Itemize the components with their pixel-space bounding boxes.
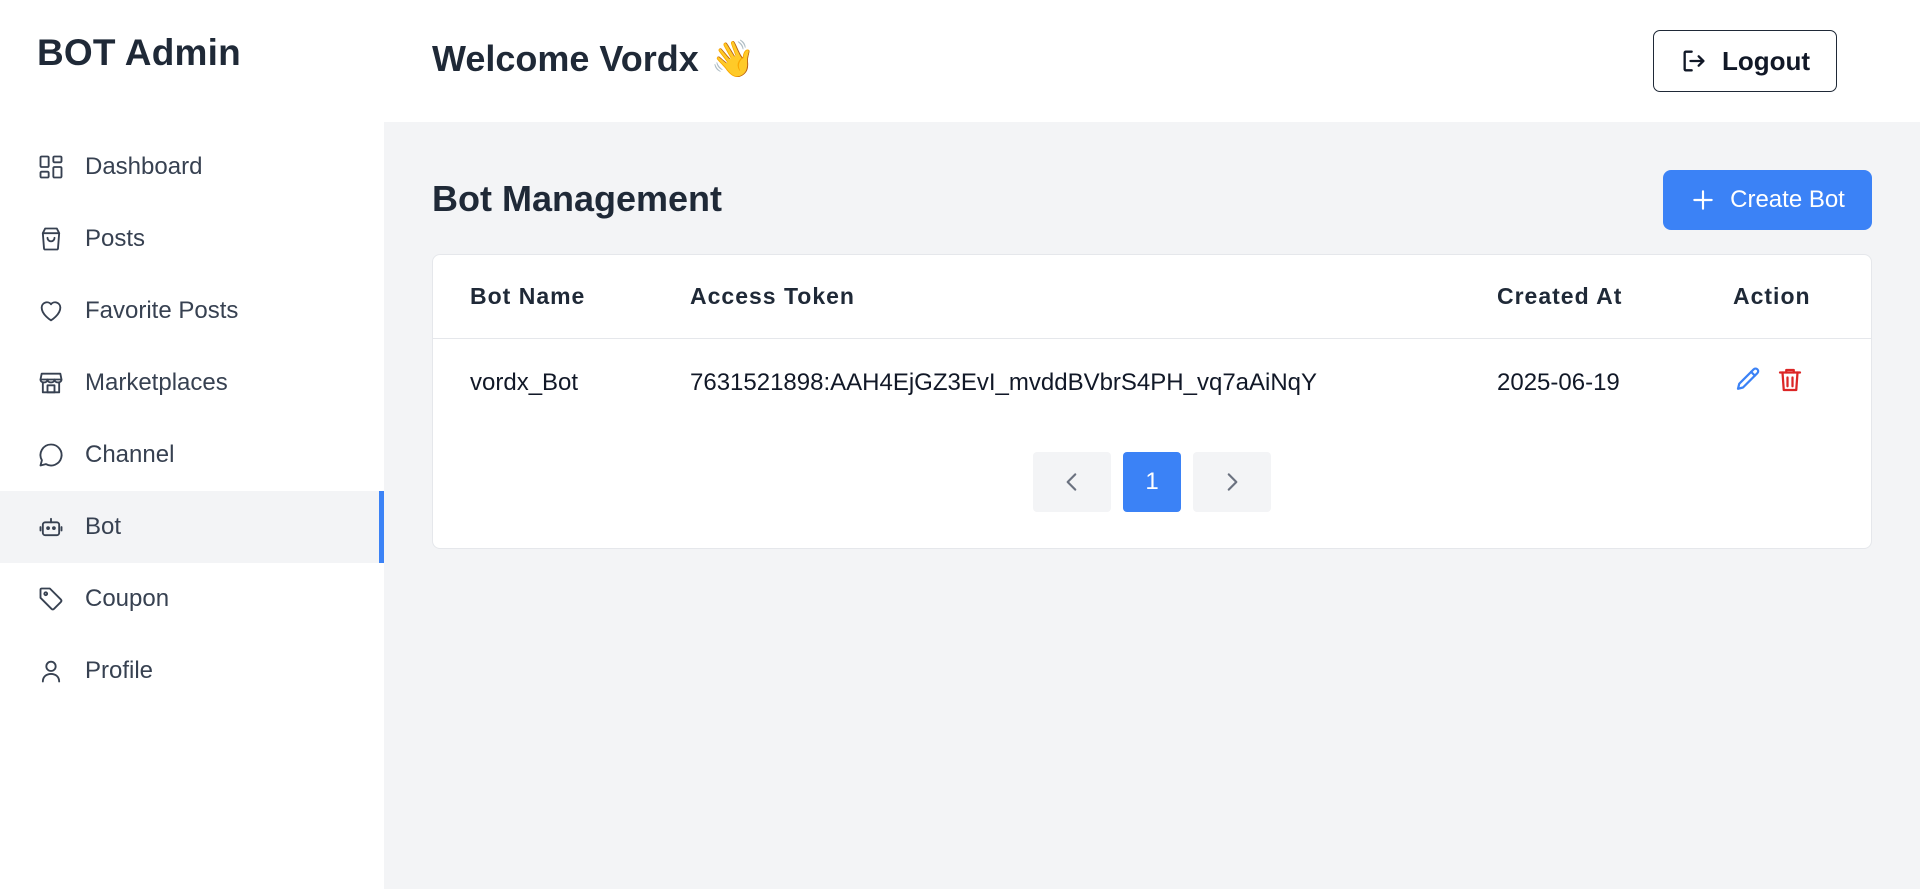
sidebar-item-label: Profile — [85, 657, 154, 684]
bot-table-card: Bot Name Access Token Created At Action … — [432, 254, 1872, 549]
sidebar-item-bot[interactable]: Bot — [0, 491, 384, 563]
create-bot-button[interactable]: Create Bot — [1663, 170, 1872, 230]
bot-name-cell: vordx_Bot — [470, 369, 579, 396]
sidebar-item-profile[interactable]: Profile — [0, 635, 384, 707]
access-token-cell: 7631521898:AAH4EjGZ3EvI_mvddBVbrS4PH_vq7… — [690, 369, 1318, 396]
heart-icon — [37, 297, 65, 325]
delete-icon[interactable] — [1775, 365, 1805, 395]
welcome-heading: Welcome Vordx 👋 — [432, 38, 756, 80]
column-header-access-token: Access Token — [690, 283, 855, 309]
column-header-action: Action — [1733, 283, 1811, 309]
waving-hand-emoji: 👋 — [710, 38, 756, 79]
chevron-right-icon — [1227, 473, 1238, 491]
welcome-text: Welcome Vordx — [432, 38, 699, 79]
sidebar-item-label: Channel — [85, 441, 175, 468]
store-icon — [37, 369, 65, 397]
next-page-button[interactable] — [1193, 452, 1271, 512]
table-row: vordx_Bot 7631521898:AAH4EjGZ3EvI_mvddBV… — [433, 339, 1871, 427]
sidebar-item-marketplaces[interactable]: Marketplaces — [0, 347, 384, 419]
brand-title: BOT Admin — [37, 32, 241, 73]
sidebar-item-label: Coupon — [85, 585, 170, 612]
logout-icon — [1680, 47, 1708, 75]
sidebar-item-label: Favorite Posts — [85, 297, 239, 324]
sidebar-item-label: Dashboard — [85, 153, 203, 180]
table-header: Bot Name Access Token Created At Action — [433, 255, 1871, 339]
user-icon — [37, 657, 65, 685]
pagination: 1 — [433, 452, 1871, 512]
chat-bubble-icon — [37, 441, 65, 469]
column-header-bot-name: Bot Name — [470, 283, 586, 309]
dashboard-icon — [37, 153, 65, 181]
sidebar-item-dashboard[interactable]: Dashboard — [0, 131, 384, 203]
page-number-button[interactable]: 1 — [1123, 452, 1181, 512]
shopping-bag-icon — [37, 225, 65, 253]
top-header: Welcome Vordx 👋 Logout — [384, 0, 1920, 122]
logout-button[interactable]: Logout — [1653, 30, 1837, 92]
sidebar-item-coupon[interactable]: Coupon — [0, 563, 384, 635]
page-title: Bot Management — [432, 178, 723, 219]
plus-icon — [1690, 187, 1716, 213]
edit-icon[interactable] — [1733, 365, 1763, 395]
sidebar-item-label: Bot — [85, 513, 122, 540]
sidebar-item-posts[interactable]: Posts — [0, 203, 384, 275]
create-bot-label: Create Bot — [1730, 186, 1845, 213]
sidebar: BOT Admin Dashboard Posts Favorite Posts… — [0, 0, 384, 889]
sidebar-item-label: Marketplaces — [85, 369, 228, 396]
bot-icon — [37, 513, 65, 541]
sidebar-item-label: Posts — [85, 225, 146, 252]
previous-page-button[interactable] — [1033, 452, 1111, 512]
tag-icon — [37, 585, 65, 613]
row-actions — [1733, 365, 1805, 395]
created-at-cell: 2025-06-19 — [1497, 369, 1620, 396]
column-header-created-at: Created At — [1497, 283, 1623, 309]
sidebar-item-channel[interactable]: Channel — [0, 419, 384, 491]
logout-label: Logout — [1721, 45, 1811, 76]
chevron-left-icon — [1066, 473, 1077, 491]
sidebar-item-favorite-posts[interactable]: Favorite Posts — [0, 275, 384, 347]
sidebar-nav: Dashboard Posts Favorite Posts Marketpla… — [0, 131, 384, 707]
